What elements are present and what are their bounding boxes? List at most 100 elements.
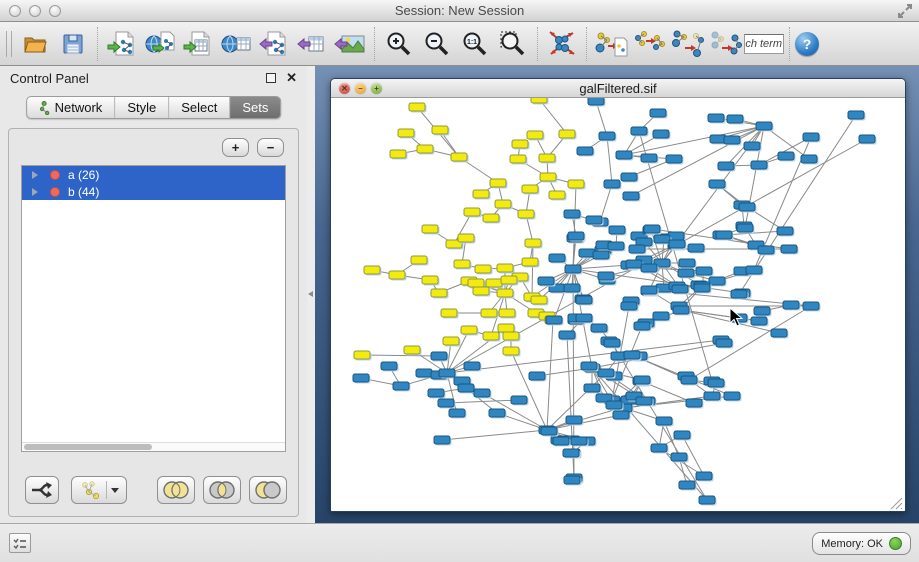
graph-node[interactable] [549, 254, 565, 262]
graph-node[interactable] [481, 309, 497, 317]
graph-node[interactable] [474, 389, 490, 397]
graph-node[interactable] [604, 180, 620, 188]
graph-node[interactable] [483, 214, 499, 222]
graph-node[interactable] [650, 109, 666, 117]
graph-node[interactable] [443, 337, 459, 345]
graph-node[interactable] [859, 135, 875, 143]
network-from-file-icon[interactable] [594, 27, 628, 61]
graph-node[interactable] [503, 347, 519, 355]
intersect-sets-button[interactable] [203, 476, 241, 504]
graph-node[interactable] [468, 279, 484, 287]
graph-node[interactable] [803, 133, 819, 141]
graph-node[interactable] [431, 352, 447, 360]
graph-node[interactable] [731, 290, 747, 298]
fullscreen-icon[interactable] [897, 3, 913, 19]
task-history-button[interactable] [9, 533, 31, 553]
graph-node[interactable] [641, 264, 657, 272]
graph-node[interactable] [461, 326, 477, 334]
graph-node[interactable] [495, 200, 511, 208]
graph-node[interactable] [623, 192, 639, 200]
graph-node[interactable] [564, 210, 580, 218]
graph-node[interactable] [739, 203, 755, 211]
graph-node[interactable] [673, 306, 689, 314]
graph-node[interactable] [608, 242, 624, 250]
graph-node[interactable] [381, 362, 397, 370]
graph-node[interactable] [540, 173, 556, 181]
graph-edge[interactable] [547, 320, 553, 430]
graph-node[interactable] [501, 276, 517, 284]
list-item-set-b[interactable]: b (44) [22, 183, 285, 200]
import-table-file-icon[interactable] [181, 27, 215, 61]
graph-node[interactable] [751, 161, 767, 169]
create-set-from-network-button[interactable] [71, 476, 127, 504]
graph-node[interactable] [503, 332, 519, 340]
graph-edge[interactable] [442, 430, 547, 440]
graph-node[interactable] [438, 399, 454, 407]
graph-node[interactable] [539, 154, 555, 162]
save-session-icon[interactable] [56, 27, 90, 61]
graph-node[interactable] [576, 296, 592, 304]
graph-node[interactable] [709, 277, 725, 285]
graph-node[interactable] [654, 235, 670, 243]
difference-sets-button[interactable] [249, 476, 287, 504]
graph-node[interactable] [353, 374, 369, 382]
graph-node[interactable] [434, 436, 450, 444]
graph-node[interactable] [758, 246, 774, 254]
tab-select[interactable]: Select [169, 97, 230, 118]
network-view-window[interactable]: ✕ – + galFiltered.sif [330, 78, 906, 512]
graph-node[interactable] [531, 296, 547, 304]
graph-node[interactable] [422, 276, 438, 284]
graph-node[interactable] [598, 272, 614, 280]
graph-node[interactable] [778, 152, 794, 160]
graph-node[interactable] [568, 232, 584, 240]
collapse-panel-icon[interactable] [307, 290, 314, 299]
graph-node[interactable] [454, 260, 470, 268]
graph-node[interactable] [393, 382, 409, 390]
graph-node[interactable] [483, 332, 499, 340]
graph-node[interactable] [522, 185, 538, 193]
graph-node[interactable] [716, 231, 732, 239]
graph-node[interactable] [354, 351, 370, 359]
graph-node[interactable] [473, 190, 489, 198]
merge-networks-icon[interactable] [670, 27, 704, 61]
graph-node[interactable] [781, 245, 797, 253]
graph-node[interactable] [497, 289, 513, 297]
graph-node[interactable] [489, 409, 505, 417]
graph-node[interactable] [656, 417, 672, 425]
graph-node[interactable] [577, 147, 593, 155]
graph-node[interactable] [696, 472, 712, 480]
graph-node[interactable] [674, 431, 690, 439]
graph-node[interactable] [777, 227, 793, 235]
list-item-set-a[interactable]: a (26) [22, 166, 285, 183]
zoom-actual-size-icon[interactable]: 1:1 [458, 27, 492, 61]
graph-node[interactable] [497, 264, 513, 272]
graph-node[interactable] [671, 453, 687, 461]
import-table-url-icon[interactable] [219, 27, 253, 61]
graph-node[interactable] [411, 256, 427, 264]
graph-node[interactable] [709, 180, 725, 188]
graph-node[interactable] [653, 312, 669, 320]
export-table-icon[interactable] [295, 27, 329, 61]
graph-node[interactable] [486, 279, 502, 287]
graph-node[interactable] [669, 240, 685, 248]
graph-node[interactable] [490, 179, 506, 187]
horizontal-scrollbar[interactable] [22, 442, 285, 451]
graph-node[interactable] [571, 437, 587, 445]
graph-node[interactable] [568, 180, 584, 188]
apply-preferred-layout-icon[interactable] [545, 27, 579, 61]
graph-node[interactable] [451, 153, 467, 161]
graph-node[interactable] [458, 384, 474, 392]
graph-node[interactable] [751, 317, 767, 325]
graph-node[interactable] [754, 307, 770, 315]
graph-node[interactable] [801, 155, 817, 163]
graph-node[interactable] [581, 362, 597, 370]
graph-node[interactable] [584, 384, 600, 392]
graph-edge[interactable] [547, 415, 621, 430]
graph-node[interactable] [417, 145, 433, 153]
graph-node[interactable] [621, 302, 637, 310]
graph-node[interactable] [644, 225, 660, 233]
graph-node[interactable] [364, 266, 380, 274]
network-graph[interactable] [331, 98, 905, 512]
graph-node[interactable] [641, 154, 657, 162]
graph-node[interactable] [511, 396, 527, 404]
